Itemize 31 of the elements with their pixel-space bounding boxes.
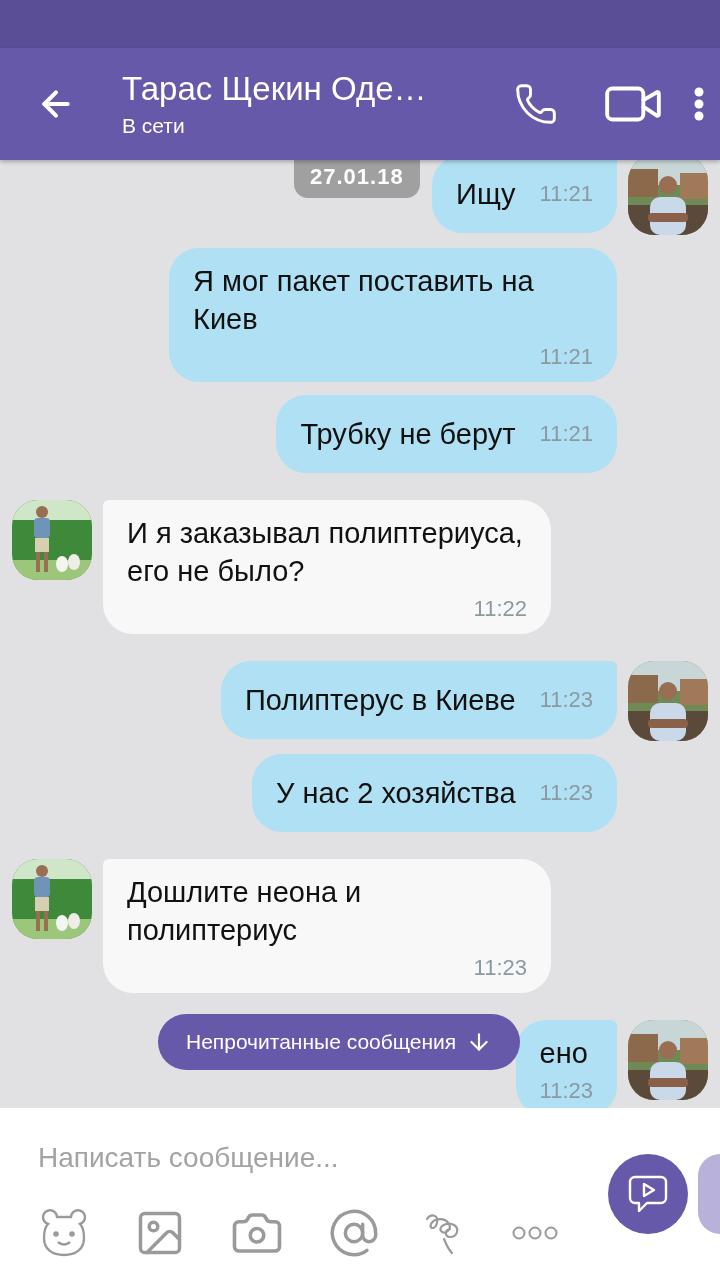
- call-button[interactable]: [514, 82, 558, 126]
- online-status: В сети: [122, 114, 186, 138]
- message-time: 11:21: [539, 181, 593, 207]
- more-button[interactable]: [512, 1226, 558, 1240]
- message-text: Полиптерус в Киеве: [244, 683, 516, 718]
- message-text: Трубку не берут: [300, 417, 516, 452]
- message-text: И я заказывал полиптериуса, его не было?: [127, 516, 524, 589]
- message-time: 11:22: [473, 596, 527, 622]
- message-time: 11:21: [539, 344, 593, 370]
- message-text: Дошлите неона и полиптериус: [127, 875, 363, 948]
- more-icon: [512, 1226, 558, 1240]
- contact-name: Тарас Щекин Оде…: [122, 70, 428, 108]
- message-time: 11:23: [473, 955, 527, 981]
- message-time: 11:23: [539, 780, 593, 806]
- mention-button[interactable]: [328, 1207, 380, 1259]
- date-label: 27.01.18: [294, 160, 420, 198]
- secondary-button[interactable]: [698, 1154, 720, 1234]
- menu-icon: [694, 87, 704, 121]
- message-time: 11:23: [539, 1078, 593, 1104]
- message-time: 11:21: [539, 421, 593, 447]
- message-time: 11:23: [539, 687, 593, 713]
- message-text: У нас 2 хозяйства: [276, 776, 516, 811]
- message-text: ено: [539, 1036, 588, 1071]
- phone-icon: [514, 82, 558, 126]
- unread-messages-button[interactable]: Непрочитанные сообщения: [158, 1014, 521, 1070]
- at-sign-icon: [328, 1207, 380, 1259]
- chat-play-icon: [627, 1173, 669, 1215]
- message-text: Ищу: [456, 177, 516, 212]
- menu-button[interactable]: [694, 87, 704, 121]
- message-input-field[interactable]: Написать сообщение...: [38, 1138, 578, 1178]
- message-text: Я мог пакет поставить на Киев: [193, 264, 535, 337]
